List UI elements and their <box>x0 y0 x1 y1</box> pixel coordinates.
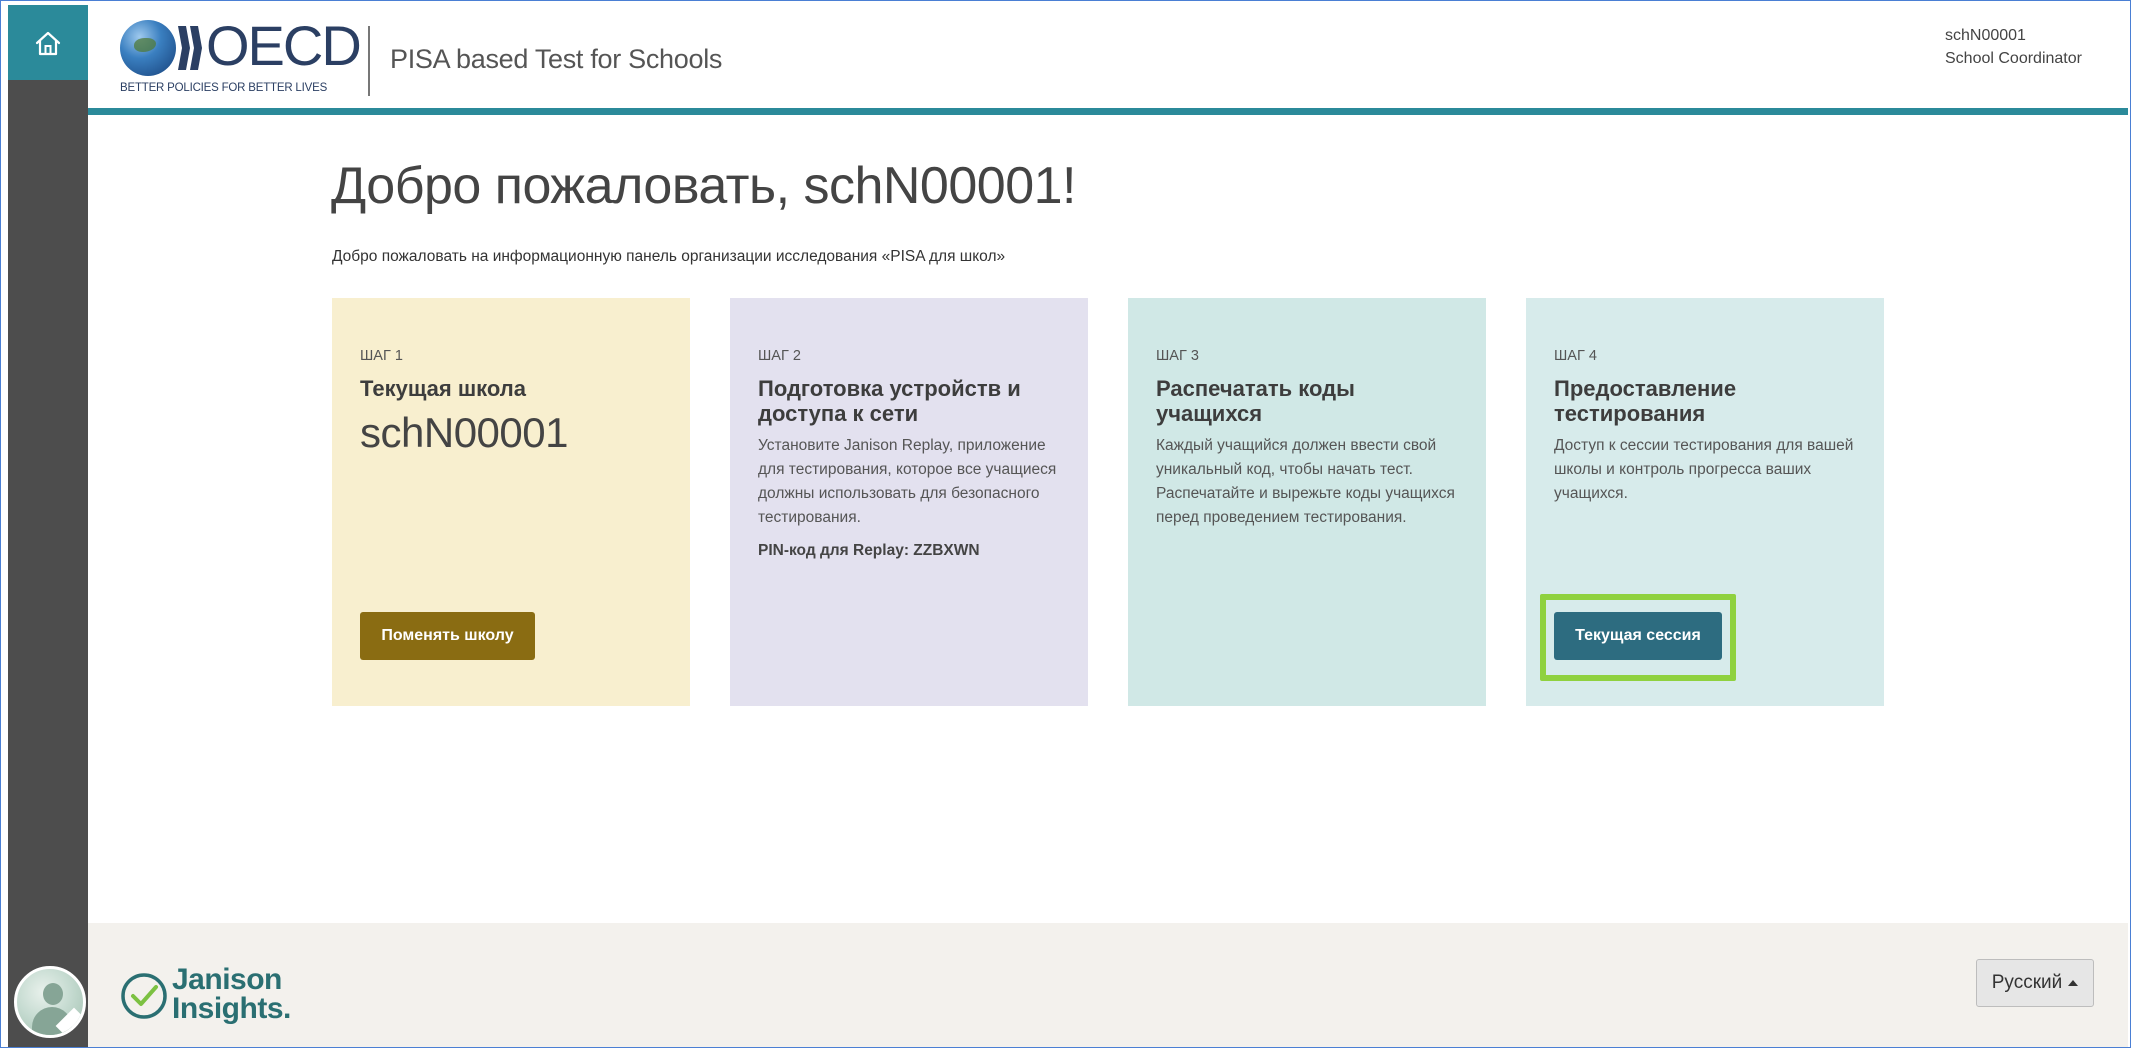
current-session-button[interactable]: Текущая сессия <box>1554 612 1722 660</box>
card-title: Распечатать коды учащихся <box>1156 376 1355 426</box>
step-card-1: ШАГ 1 Текущая школа schN00001 Поменять ш… <box>332 298 690 706</box>
step-label: ШАГ 2 <box>758 348 801 364</box>
page-subtitle: Добро пожаловать на информационную панел… <box>332 248 1006 265</box>
replay-pin: PIN-код для Replay: ZZBXWN <box>758 542 980 559</box>
step-label: ШАГ 3 <box>1156 348 1199 364</box>
card-title: Текущая школа <box>360 376 526 401</box>
chevron-mark-icon-2 <box>190 26 202 70</box>
app-title: PISA based Test for Schools <box>390 44 723 74</box>
step-card-4: ШАГ 4 Предоставление тестирования Доступ… <box>1526 298 1884 706</box>
current-school-code: schN00001 <box>360 409 568 456</box>
header-divider <box>368 26 370 96</box>
language-label: Русский <box>1991 972 2063 993</box>
logo-tagline: BETTER POLICIES FOR BETTER LIVES <box>120 82 328 94</box>
step-card-3[interactable]: ШАГ 3 Распечатать коды учащихся Каждый у… <box>1128 298 1486 706</box>
chevron-mark-icon <box>178 26 190 70</box>
janison-wordmark: Janison Insights. <box>172 963 291 1025</box>
card-description: Доступ к сессии тестирования для вашей ш… <box>1554 437 1854 502</box>
header-accent-bar <box>88 108 2128 115</box>
oecd-logo[interactable]: OECD BETTER POLICIES FOR BETTER LIVES <box>120 14 362 100</box>
logo-wordmark: OECD <box>206 14 362 77</box>
page-title: Добро пожаловать, schN00001! <box>331 157 1076 215</box>
footer: Janison Insights. Русский <box>88 923 2128 1048</box>
janison-logo[interactable]: Janison Insights. <box>120 963 291 1027</box>
step-label: ШАГ 1 <box>360 348 403 364</box>
caret-up-icon <box>2068 980 2079 986</box>
card-title: Подготовка устройств и доступа к сети <box>758 376 1021 426</box>
user-info[interactable]: schN00001 School Coordinator <box>1945 24 2082 70</box>
card-title: Предоставление тестирования <box>1554 376 1737 426</box>
user-name: schN00001 <box>1945 27 2026 44</box>
home-button[interactable] <box>8 5 88 80</box>
globe-icon <box>120 20 176 76</box>
janison-word-2: Insights. <box>172 992 291 1025</box>
side-rail <box>8 5 88 1048</box>
janison-word-1: Janison <box>172 963 282 996</box>
step-label: ШАГ 4 <box>1554 348 1597 364</box>
check-circle-icon <box>121 973 167 1019</box>
user-role: School Coordinator <box>1945 50 2082 67</box>
user-avatar[interactable] <box>14 966 86 1038</box>
card-description: Каждый учащийся должен ввести свой уника… <box>1156 437 1455 526</box>
change-school-button[interactable]: Поменять школу <box>360 612 535 660</box>
home-icon <box>35 31 61 55</box>
card-description: Установите Janison Replay, приложение дл… <box>758 437 1057 526</box>
step-card-2: ШАГ 2 Подготовка устройств и доступа к с… <box>730 298 1088 706</box>
language-selector[interactable]: Русский <box>1976 959 2094 1007</box>
